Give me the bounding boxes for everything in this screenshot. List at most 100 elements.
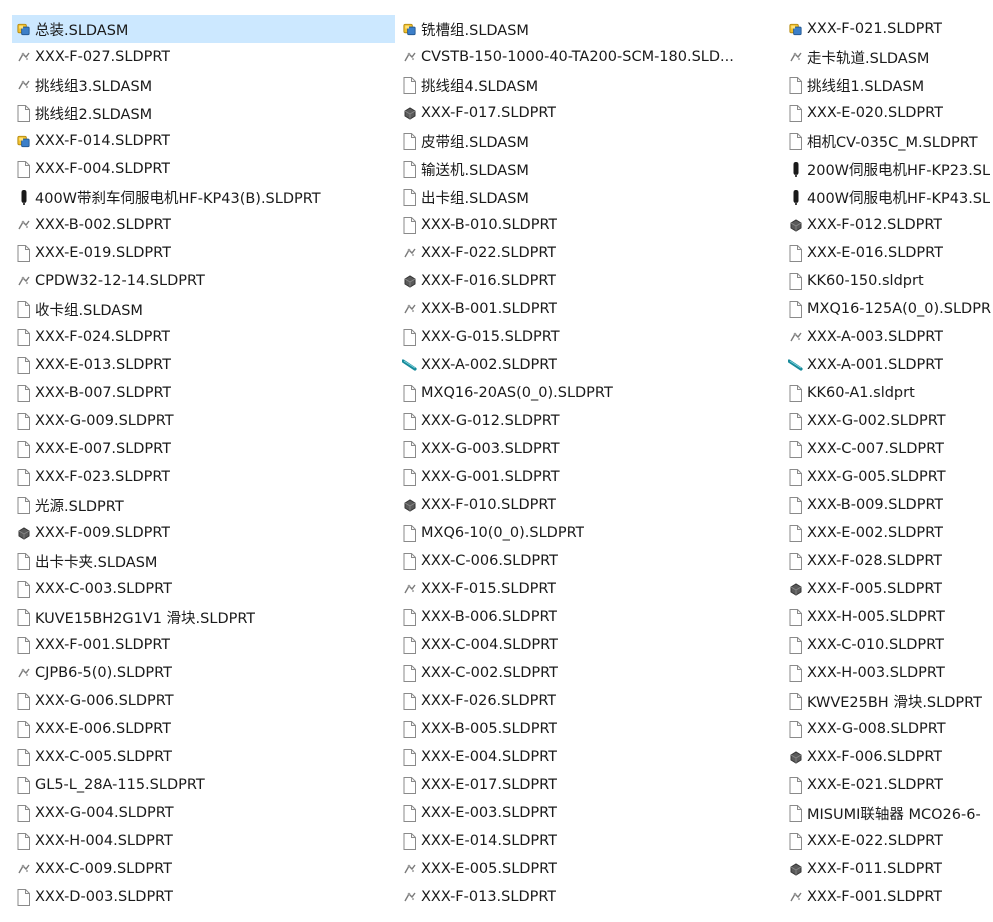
file-item[interactable]: XXX-F-017.SLDPRT: [398, 99, 781, 127]
file-item[interactable]: 挑线组1.SLDASM: [784, 71, 993, 99]
file-item[interactable]: XXX-B-009.SLDPRT: [784, 491, 993, 519]
file-item[interactable]: XXX-C-004.SLDPRT: [398, 631, 781, 659]
file-item[interactable]: KK60-A1.sldprt: [784, 379, 993, 407]
file-item[interactable]: MXQ16-125A(0_0).SLDPR: [784, 295, 993, 323]
file-item[interactable]: XXX-E-013.SLDPRT: [12, 351, 395, 379]
file-item[interactable]: XXX-E-019.SLDPRT: [12, 239, 395, 267]
file-item[interactable]: XXX-B-001.SLDPRT: [398, 295, 781, 323]
file-item[interactable]: XXX-B-002.SLDPRT: [12, 211, 395, 239]
file-item[interactable]: XXX-C-009.SLDPRT: [12, 855, 395, 883]
file-item[interactable]: XXX-F-004.SLDPRT: [12, 155, 395, 183]
file-item[interactable]: MXQ16-20AS(0_0).SLDPRT: [398, 379, 781, 407]
file-item[interactable]: XXX-G-003.SLDPRT: [398, 435, 781, 463]
file-item[interactable]: XXX-E-002.SLDPRT: [784, 519, 993, 547]
file-item[interactable]: XXX-F-014.SLDPRT: [12, 127, 395, 155]
file-item[interactable]: 出卡卡夹.SLDASM: [12, 547, 395, 575]
file-item[interactable]: XXX-F-028.SLDPRT: [784, 547, 993, 575]
file-item[interactable]: 走卡轨道.SLDASM: [784, 43, 993, 71]
file-item[interactable]: XXX-D-003.SLDPRT: [12, 883, 395, 911]
file-item[interactable]: XXX-G-006.SLDPRT: [12, 687, 395, 715]
file-item[interactable]: XXX-F-026.SLDPRT: [398, 687, 781, 715]
file-item[interactable]: XXX-F-021.SLDPRT: [784, 15, 993, 43]
file-item[interactable]: XXX-B-006.SLDPRT: [398, 603, 781, 631]
file-item[interactable]: XXX-H-005.SLDPRT: [784, 603, 993, 631]
file-item[interactable]: XXX-F-011.SLDPRT: [784, 855, 993, 883]
file-item[interactable]: XXX-C-007.SLDPRT: [784, 435, 993, 463]
file-item[interactable]: 出卡组.SLDASM: [398, 183, 781, 211]
file-item[interactable]: XXX-E-004.SLDPRT: [398, 743, 781, 771]
file-item[interactable]: KUVE15BH2G1V1 滑块.SLDPRT: [12, 603, 395, 631]
file-name: XXX-G-001.SLDPRT: [421, 469, 560, 485]
file-item[interactable]: XXX-F-001.SLDPRT: [784, 883, 993, 911]
file-item[interactable]: XXX-E-014.SLDPRT: [398, 827, 781, 855]
document-icon: [788, 552, 803, 570]
file-item[interactable]: XXX-B-007.SLDPRT: [12, 379, 395, 407]
file-item[interactable]: 400W伺服电机HF-KP43.SL: [784, 183, 993, 211]
file-item[interactable]: XXX-C-005.SLDPRT: [12, 743, 395, 771]
file-item[interactable]: XXX-G-015.SLDPRT: [398, 323, 781, 351]
file-item[interactable]: MXQ6-10(0_0).SLDPRT: [398, 519, 781, 547]
file-item[interactable]: MISUMI联轴器 MCO26-6-: [784, 799, 993, 827]
file-list-view[interactable]: 总装.SLDASM XXX-F-027.SLDPRT 挑线组3.SLDASM 挑线组2…: [0, 0, 993, 922]
file-item[interactable]: XXX-F-005.SLDPRT: [784, 575, 993, 603]
file-name: XXX-H-004.SLDPRT: [35, 833, 173, 849]
file-item[interactable]: 挑线组3.SLDASM: [12, 71, 395, 99]
file-item[interactable]: KK60-150.sldprt: [784, 267, 993, 295]
file-item[interactable]: 铣槽组.SLDASM: [398, 15, 781, 43]
file-item[interactable]: XXX-A-003.SLDPRT: [784, 323, 993, 351]
file-item[interactable]: 总装.SLDASM: [12, 15, 395, 43]
file-item[interactable]: XXX-E-021.SLDPRT: [784, 771, 993, 799]
file-item[interactable]: XXX-G-008.SLDPRT: [784, 715, 993, 743]
file-item[interactable]: CJPB6-5(0).SLDPRT: [12, 659, 395, 687]
file-item[interactable]: XXX-G-002.SLDPRT: [784, 407, 993, 435]
file-item[interactable]: 400W带刹车伺服电机HF-KP43(B).SLDPRT: [12, 183, 395, 211]
file-item[interactable]: XXX-F-009.SLDPRT: [12, 519, 395, 547]
file-item[interactable]: 收卡组.SLDASM: [12, 295, 395, 323]
file-item[interactable]: 200W伺服电机HF-KP23.SL: [784, 155, 993, 183]
file-item[interactable]: GL5-L_28A-115.SLDPRT: [12, 771, 395, 799]
file-item[interactable]: XXX-C-010.SLDPRT: [784, 631, 993, 659]
file-item[interactable]: XXX-E-016.SLDPRT: [784, 239, 993, 267]
file-item[interactable]: XXX-G-001.SLDPRT: [398, 463, 781, 491]
file-item[interactable]: XXX-A-002.SLDPRT: [398, 351, 781, 379]
file-item[interactable]: XXX-G-009.SLDPRT: [12, 407, 395, 435]
file-item[interactable]: XXX-F-010.SLDPRT: [398, 491, 781, 519]
file-item[interactable]: XXX-G-004.SLDPRT: [12, 799, 395, 827]
file-item[interactable]: XXX-A-001.SLDPRT: [784, 351, 993, 379]
file-item[interactable]: 挑线组4.SLDASM: [398, 71, 781, 99]
file-item[interactable]: XXX-E-003.SLDPRT: [398, 799, 781, 827]
file-item[interactable]: XXX-F-016.SLDPRT: [398, 267, 781, 295]
file-item[interactable]: XXX-H-003.SLDPRT: [784, 659, 993, 687]
file-item[interactable]: XXX-C-003.SLDPRT: [12, 575, 395, 603]
file-item[interactable]: XXX-F-015.SLDPRT: [398, 575, 781, 603]
file-item[interactable]: XXX-G-012.SLDPRT: [398, 407, 781, 435]
file-item[interactable]: XXX-F-024.SLDPRT: [12, 323, 395, 351]
file-item[interactable]: XXX-F-006.SLDPRT: [784, 743, 993, 771]
file-item[interactable]: XXX-E-005.SLDPRT: [398, 855, 781, 883]
file-item[interactable]: XXX-E-022.SLDPRT: [784, 827, 993, 855]
file-item[interactable]: XXX-C-002.SLDPRT: [398, 659, 781, 687]
file-item[interactable]: XXX-F-012.SLDPRT: [784, 211, 993, 239]
file-item[interactable]: 皮带组.SLDASM: [398, 127, 781, 155]
file-item[interactable]: XXX-C-006.SLDPRT: [398, 547, 781, 575]
file-item[interactable]: XXX-E-007.SLDPRT: [12, 435, 395, 463]
file-item[interactable]: XXX-E-006.SLDPRT: [12, 715, 395, 743]
file-item[interactable]: XXX-B-005.SLDPRT: [398, 715, 781, 743]
file-item[interactable]: CPDW32-12-14.SLDPRT: [12, 267, 395, 295]
file-item[interactable]: 挑线组2.SLDASM: [12, 99, 395, 127]
file-item[interactable]: XXX-F-027.SLDPRT: [12, 43, 395, 71]
file-item[interactable]: XXX-H-004.SLDPRT: [12, 827, 395, 855]
file-item[interactable]: XXX-F-023.SLDPRT: [12, 463, 395, 491]
file-item[interactable]: KWVE25BH 滑块.SLDPRT: [784, 687, 993, 715]
file-item[interactable]: XXX-G-005.SLDPRT: [784, 463, 993, 491]
file-item[interactable]: XXX-E-020.SLDPRT: [784, 99, 993, 127]
file-item[interactable]: 输送机.SLDASM: [398, 155, 781, 183]
file-item[interactable]: XXX-E-017.SLDPRT: [398, 771, 781, 799]
file-item[interactable]: XXX-B-010.SLDPRT: [398, 211, 781, 239]
file-item[interactable]: XXX-F-001.SLDPRT: [12, 631, 395, 659]
file-item[interactable]: 光源.SLDPRT: [12, 491, 395, 519]
file-item[interactable]: XXX-F-022.SLDPRT: [398, 239, 781, 267]
file-item[interactable]: XXX-F-013.SLDPRT: [398, 883, 781, 911]
file-item[interactable]: 相机CV-035C_M.SLDPRT: [784, 127, 993, 155]
file-item[interactable]: CVSTB-150-1000-40-TA200-SCM-180.SLD...: [398, 43, 781, 71]
